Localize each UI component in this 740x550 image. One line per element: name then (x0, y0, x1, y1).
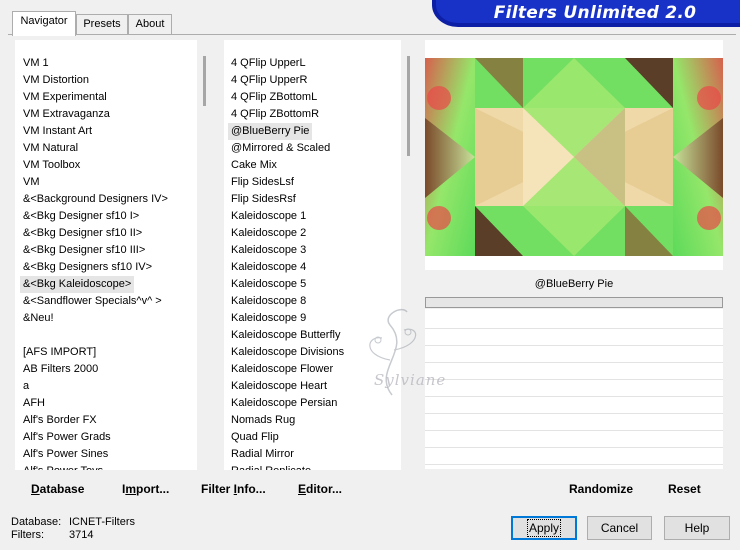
category-item[interactable]: VM Extravaganza (20, 106, 113, 123)
tab-presets[interactable]: Presets (76, 14, 128, 34)
help-button[interactable]: Help (664, 516, 730, 540)
progress-bar (425, 297, 723, 308)
filters-count-label: Filters: (11, 529, 44, 541)
filter-item[interactable]: Kaleidoscope 2 (228, 225, 309, 242)
apply-button[interactable]: Apply (511, 516, 577, 540)
reset-button[interactable]: Reset (668, 480, 701, 498)
filter-item[interactable]: Kaleidoscope 1 (228, 208, 309, 225)
filter-item[interactable]: Kaleidoscope 9 (228, 310, 309, 327)
filter-item[interactable]: Kaleidoscope 5 (228, 276, 309, 293)
category-item[interactable]: AB Filters 2000 (20, 361, 101, 378)
filter-item[interactable]: 4 QFlip ZBottomR (228, 106, 322, 123)
category-item[interactable]: &<Bkg Designers sf10 IV> (20, 259, 155, 276)
filter-item[interactable]: Kaleidoscope 3 (228, 242, 309, 259)
category-item[interactable]: &<Sandflower Specials^v^ > (20, 293, 165, 310)
filter-info-button[interactable]: Filter Info... (201, 480, 266, 498)
filter-item[interactable]: Kaleidoscope 4 (228, 259, 309, 276)
category-scrollbar[interactable] (197, 40, 213, 470)
category-item[interactable]: AFH (20, 395, 48, 412)
category-scroll-thumb[interactable] (203, 56, 206, 106)
parameter-row[interactable] (425, 447, 723, 465)
category-item[interactable]: VM Instant Art (20, 123, 95, 140)
category-item[interactable]: &<Bkg Designer sf10 II> (20, 225, 145, 242)
filter-item[interactable]: Nomads Rug (228, 412, 298, 429)
parameter-row[interactable] (425, 328, 723, 346)
filter-item[interactable]: Cake Mix (228, 157, 280, 174)
filter-item[interactable]: @Mirrored & Scaled (228, 140, 333, 157)
filter-item[interactable]: Kaleidoscope Divisions (228, 344, 347, 361)
parameter-row[interactable] (425, 413, 723, 431)
category-item[interactable]: VM Distortion (20, 72, 92, 89)
filter-item[interactable]: Radial Mirror (228, 446, 297, 463)
filter-scrollbar[interactable] (401, 40, 417, 470)
import-button[interactable]: Import... (122, 480, 169, 498)
cancel-button[interactable]: Cancel (587, 516, 652, 540)
preview-panel (425, 40, 723, 270)
filter-item[interactable]: 4 QFlip UpperR (228, 72, 310, 89)
database-label: Database: (11, 516, 62, 528)
parameter-list[interactable] (425, 309, 723, 469)
category-item[interactable]: &<Bkg Designer sf10 I> (20, 208, 142, 225)
selected-filter-name: @BlueBerry Pie (425, 273, 723, 295)
filter-list[interactable]: 4 QFlip UpperL 4 QFlip UpperR 4 QFlip ZBot… (224, 40, 404, 470)
parameter-row[interactable] (425, 345, 723, 363)
preview-image (425, 58, 723, 256)
category-item[interactable] (20, 327, 26, 344)
category-item[interactable]: &<Bkg Kaleidoscope> (20, 276, 135, 293)
category-item[interactable]: VM Natural (20, 140, 81, 157)
category-item[interactable]: &<Background Designers IV> (20, 191, 171, 208)
editor-button[interactable]: Editor... (298, 480, 342, 498)
category-item[interactable]: Alf's Border FX (20, 412, 100, 429)
category-item[interactable]: Alf's Power Sines (20, 446, 111, 463)
tab-about[interactable]: About (128, 14, 172, 34)
filter-item[interactable]: Kaleidoscope Butterfly (228, 327, 343, 344)
category-item[interactable]: a (20, 378, 32, 395)
category-list[interactable]: VM 1 VM Distortion VM Experimental VM Extra… (15, 40, 201, 470)
tab-navigator[interactable]: Navigator (12, 11, 76, 36)
database-button[interactable]: Database (31, 480, 84, 498)
category-item[interactable]: VM Toolbox (20, 157, 83, 174)
filter-item[interactable]: Radial Replicate (228, 463, 314, 470)
app-title: Filters Unlimited 2.0 (493, 3, 697, 23)
filter-item[interactable]: Quad Flip (228, 429, 282, 446)
filter-scroll-thumb[interactable] (407, 56, 410, 156)
category-item[interactable]: VM 1 (20, 55, 52, 72)
category-item[interactable]: VM (20, 174, 43, 191)
watermark-signature: Sylviane (374, 371, 447, 389)
category-item[interactable]: [AFS IMPORT] (20, 344, 99, 361)
filter-item[interactable]: Kaleidoscope Flower (228, 361, 336, 378)
category-item[interactable]: Alf's Power Grads (20, 429, 114, 446)
filter-item[interactable]: 4 QFlip ZBottomL (228, 89, 320, 106)
parameter-row[interactable] (425, 311, 723, 329)
filter-item[interactable]: Kaleidoscope Persian (228, 395, 340, 412)
filter-item[interactable]: @BlueBerry Pie (228, 123, 313, 140)
filter-item[interactable]: 4 QFlip UpperL (228, 55, 309, 72)
parameter-row[interactable] (425, 430, 723, 448)
database-value: ICNET-Filters (69, 516, 135, 528)
category-item[interactable]: &Neu! (20, 310, 57, 327)
filter-item[interactable]: Flip SidesRsf (228, 191, 299, 208)
filters-count-value: 3714 (69, 529, 94, 541)
category-item[interactable]: Alf's Power Toys (20, 463, 106, 470)
filter-item[interactable]: Kaleidoscope 8 (228, 293, 309, 310)
parameter-row[interactable] (425, 379, 723, 397)
category-item[interactable]: VM Experimental (20, 89, 110, 106)
tab-divider (8, 34, 736, 35)
filter-item[interactable]: Kaleidoscope Heart (228, 378, 330, 395)
parameter-row[interactable] (425, 362, 723, 380)
category-item[interactable]: &<Bkg Designer sf10 III> (20, 242, 148, 259)
filter-item[interactable]: Flip SidesLsf (228, 174, 297, 191)
randomize-button[interactable]: Randomize (569, 480, 633, 498)
parameter-row[interactable] (425, 396, 723, 414)
